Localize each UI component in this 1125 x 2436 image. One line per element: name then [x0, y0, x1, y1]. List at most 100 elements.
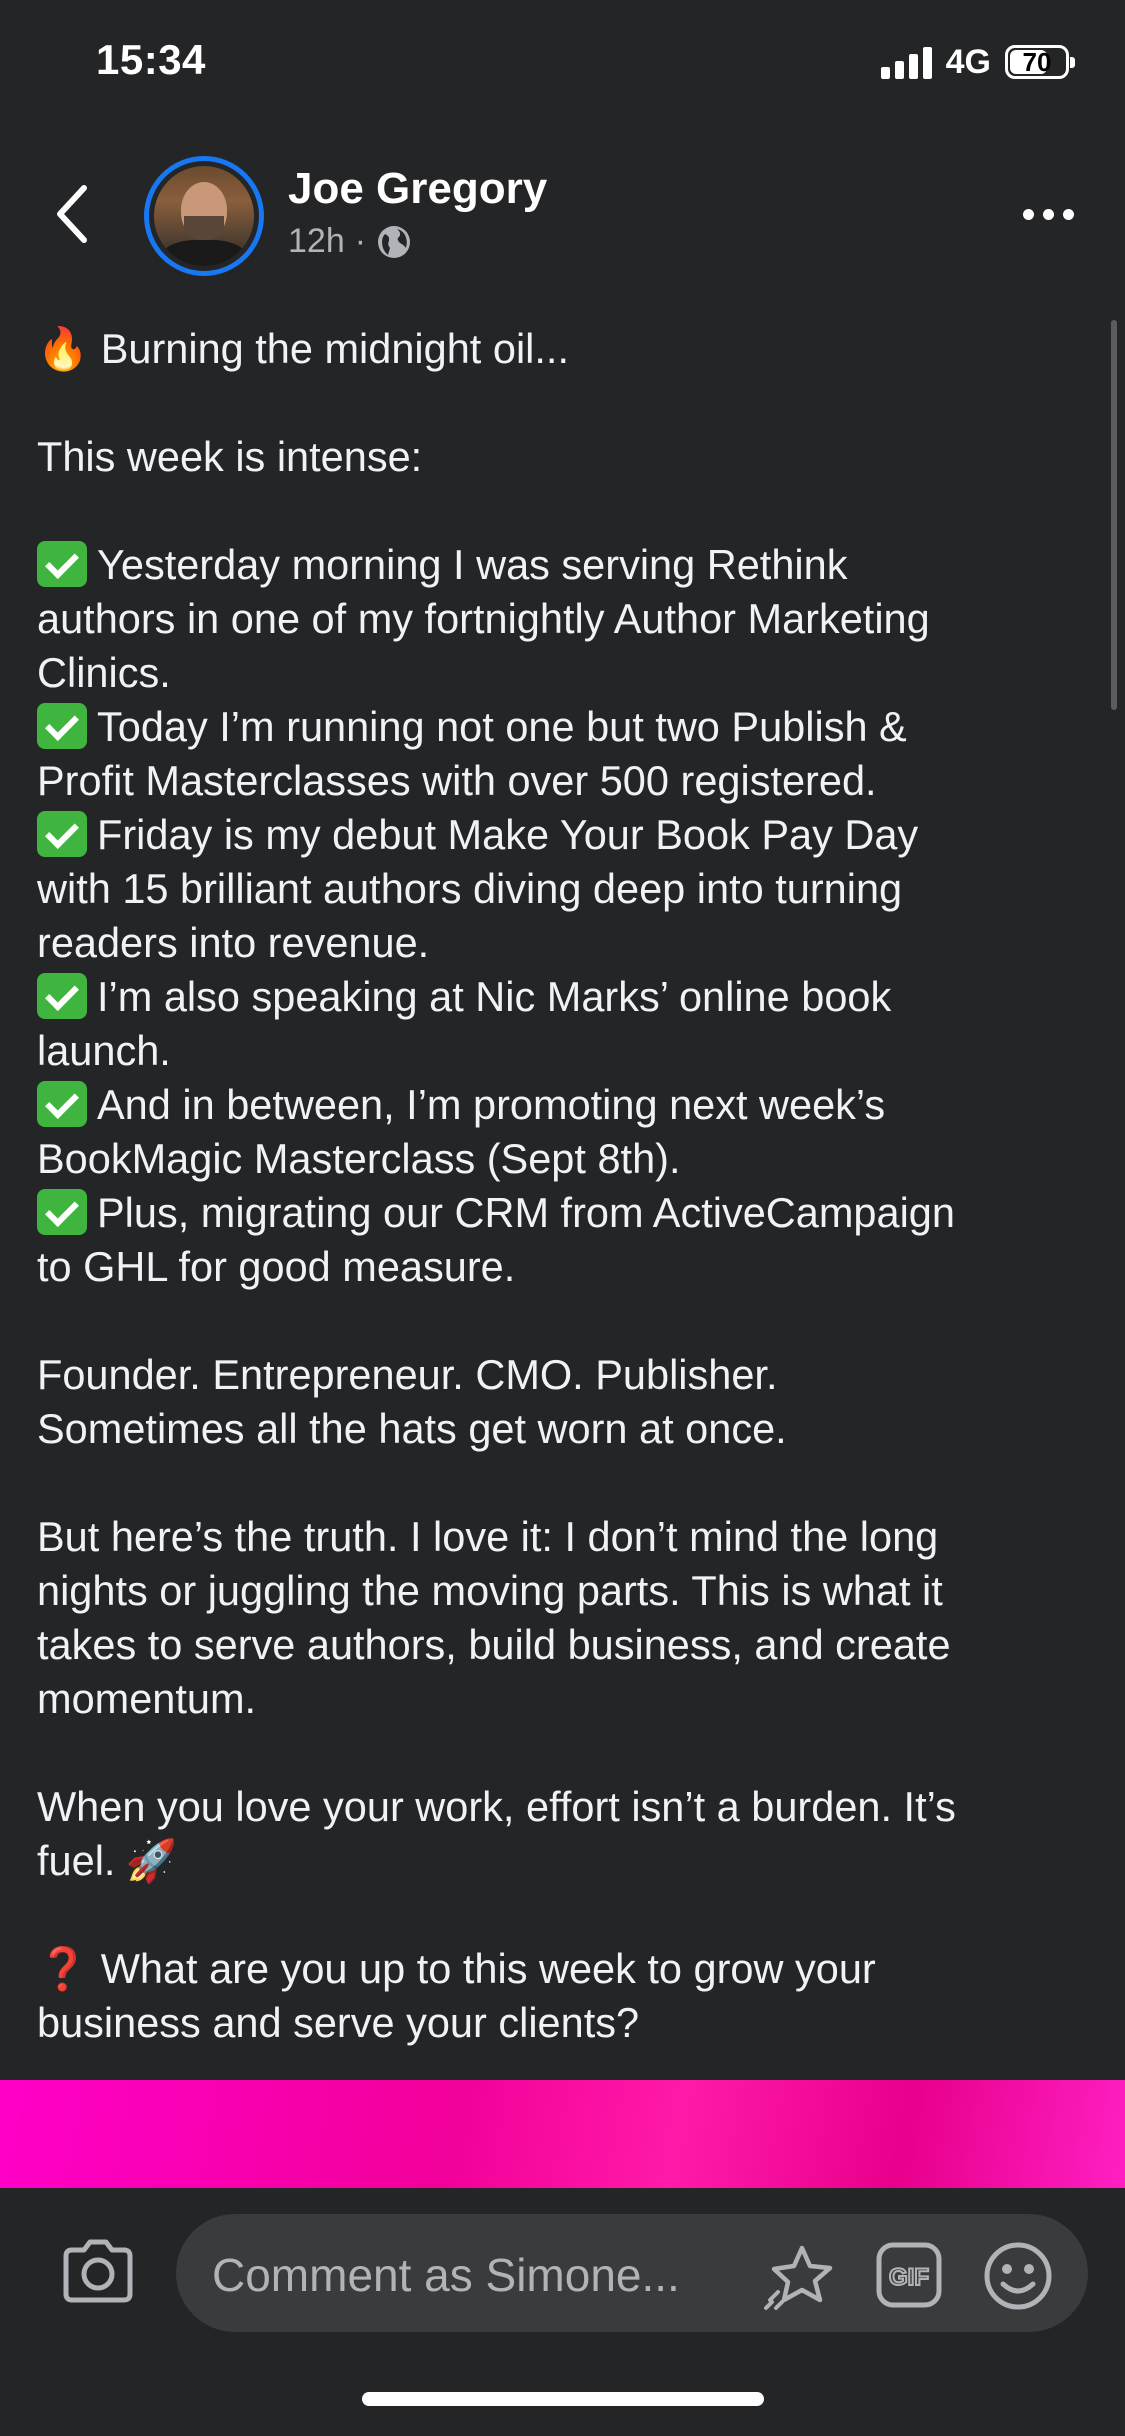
post-line-text: What are you up to this week to grow you… [100, 1945, 876, 1992]
scrollbar[interactable] [1111, 320, 1117, 710]
back-button[interactable] [42, 178, 102, 250]
status-bar: 15:34 4G 70 [0, 0, 1125, 120]
svg-text:GIF: GIF [889, 2264, 929, 2291]
sticker-button[interactable] [762, 2242, 838, 2312]
post-line-text: Friday is my debut Make Your Book Pay Da… [97, 811, 919, 858]
check-mark-icon [37, 811, 87, 857]
check-mark-icon [37, 541, 87, 587]
post-line: business and serve your clients? [37, 1996, 1077, 2050]
post-line: Today I’m running not one but two Publis… [37, 700, 1077, 754]
check-mark-icon [37, 1081, 87, 1127]
comment-placeholder: Comment as Simone... [212, 2249, 680, 2301]
post-line-text: When you love your work, effort isn’t a … [37, 1783, 956, 1830]
post-line: This week is intense: [37, 430, 1077, 484]
battery-level: 70 [1022, 46, 1052, 77]
post-line-text: to GHL for good measure. [37, 1243, 516, 1290]
comment-bar: Comment as Simone... GIF [0, 2190, 1125, 2350]
post-line [37, 1456, 1077, 1510]
globe-icon [378, 225, 411, 258]
post-line: launch. [37, 1024, 1077, 1078]
post-media-image[interactable] [0, 2080, 1125, 2188]
post-line: Friday is my debut Make Your Book Pay Da… [37, 808, 1077, 862]
post-line: Sometimes all the hats get worn at once. [37, 1402, 1077, 1456]
post-line: with 15 brilliant authors diving deep in… [37, 862, 1077, 916]
post-line: Plus, migrating our CRM from ActiveCampa… [37, 1186, 1077, 1240]
post-line-text: business and serve your clients? [37, 1999, 640, 2046]
network-type: 4G [945, 42, 991, 81]
post-line: Yesterday morning I was serving Rethink [37, 538, 1077, 592]
emoji-icon: ❓ [37, 1945, 89, 1992]
emoji-icon: 🔥 [37, 325, 89, 372]
post-line-text: momentum. [37, 1675, 257, 1722]
post-line: Clinics. [37, 646, 1077, 700]
avatar-image [154, 166, 254, 266]
post-line [37, 1294, 1077, 1348]
meta-separator: · [354, 222, 367, 260]
post-line-text: Profit Masterclasses with over 500 regis… [37, 757, 877, 804]
post-line-text: Burning the midnight oil... [100, 325, 569, 372]
post-line-text: takes to serve authors, build business, … [37, 1621, 951, 1668]
cellular-signal-icon [880, 45, 932, 79]
post-line [37, 484, 1077, 538]
status-time: 15:34 [96, 36, 206, 83]
post-line: nights or juggling the moving parts. Thi… [37, 1564, 1077, 1618]
sticker-icon [764, 2245, 833, 2310]
camera-icon [63, 2239, 133, 2303]
camera-button[interactable] [60, 2238, 136, 2304]
post-line-text: And in between, I’m promoting next week’… [97, 1081, 886, 1128]
post-line: But here’s the truth. I love it: I don’t… [37, 1510, 1077, 1564]
post-line: momentum. [37, 1672, 1077, 1726]
post-line-text: I’m also speaking at Nic Marks’ online b… [97, 973, 892, 1020]
post-time[interactable]: 12h [288, 222, 345, 261]
post-line: And in between, I’m promoting next week’… [37, 1078, 1077, 1132]
post-line-text: This week is intense: [37, 433, 423, 480]
post-header: Joe Gregory 12h · [0, 150, 1125, 280]
post-line: authors in one of my fortnightly Author … [37, 592, 1077, 646]
gif-button[interactable]: GIF [876, 2242, 942, 2308]
check-mark-icon [37, 1189, 87, 1235]
post-line-text: But here’s the truth. I love it: I don’t… [37, 1513, 939, 1560]
post-line-text: authors in one of my fortnightly Author … [37, 595, 930, 642]
post-line: Founder. Entrepreneur. CMO. Publisher. [37, 1348, 1077, 1402]
post-line [37, 376, 1077, 430]
post-line: takes to serve authors, build business, … [37, 1618, 1077, 1672]
post-line-text: launch. [37, 1027, 171, 1074]
check-mark-icon [37, 703, 87, 749]
post-line-text: BookMagic Masterclass (Sept 8th). [37, 1135, 681, 1182]
chevron-left-icon [57, 185, 87, 243]
post-line [37, 1726, 1077, 1780]
emoji-button[interactable] [982, 2240, 1054, 2312]
post-line: ❓ What are you up to this week to grow yo… [37, 1942, 1077, 1996]
post-line-text: Sometimes all the hats get worn at once. [37, 1405, 787, 1452]
avatar[interactable] [144, 156, 264, 276]
rocket-emoji-icon: 🚀 [125, 1837, 178, 1884]
post-line: 🔥 Burning the midnight oil... [37, 322, 1077, 376]
post-line-text: Today I’m running not one but two Publis… [97, 703, 907, 750]
post-line: fuel. 🚀 [37, 1834, 1077, 1888]
check-mark-icon [37, 973, 87, 1019]
post-line: When you love your work, effort isn’t a … [37, 1780, 1077, 1834]
post-line-text: readers into revenue. [37, 919, 430, 966]
status-indicators: 4G 70 [880, 40, 1075, 84]
post-text: 🔥 Burning the midnight oil... This week is… [37, 322, 1077, 2050]
post-line-text: Founder. Entrepreneur. CMO. Publisher. [37, 1351, 778, 1398]
battery-icon: 70 [1005, 45, 1075, 79]
gif-icon: GIF [876, 2242, 942, 2308]
post-meta: 12h · [288, 222, 412, 261]
post-line: to GHL for good measure. [37, 1240, 1077, 1294]
home-indicator[interactable] [362, 2392, 764, 2406]
post-line: Profit Masterclasses with over 500 regis… [37, 754, 1077, 808]
comment-input[interactable]: Comment as Simone... GIF [176, 2214, 1088, 2332]
smiley-icon [984, 2242, 1052, 2310]
more-options-button[interactable] [1013, 194, 1083, 234]
post-line-text: Yesterday morning I was serving Rethink [97, 541, 848, 588]
post-line: I’m also speaking at Nic Marks’ online b… [37, 970, 1077, 1024]
post-line: readers into revenue. [37, 916, 1077, 970]
post-line-text: with 15 brilliant authors diving deep in… [37, 865, 903, 912]
post-line-text: nights or juggling the moving parts. Thi… [37, 1567, 943, 1614]
post-line: BookMagic Masterclass (Sept 8th). [37, 1132, 1077, 1186]
more-dot-icon [1022, 208, 1034, 220]
author-name[interactable]: Joe Gregory [288, 164, 547, 214]
post-line-text: fuel. [37, 1837, 116, 1884]
post-line [37, 1888, 1077, 1942]
